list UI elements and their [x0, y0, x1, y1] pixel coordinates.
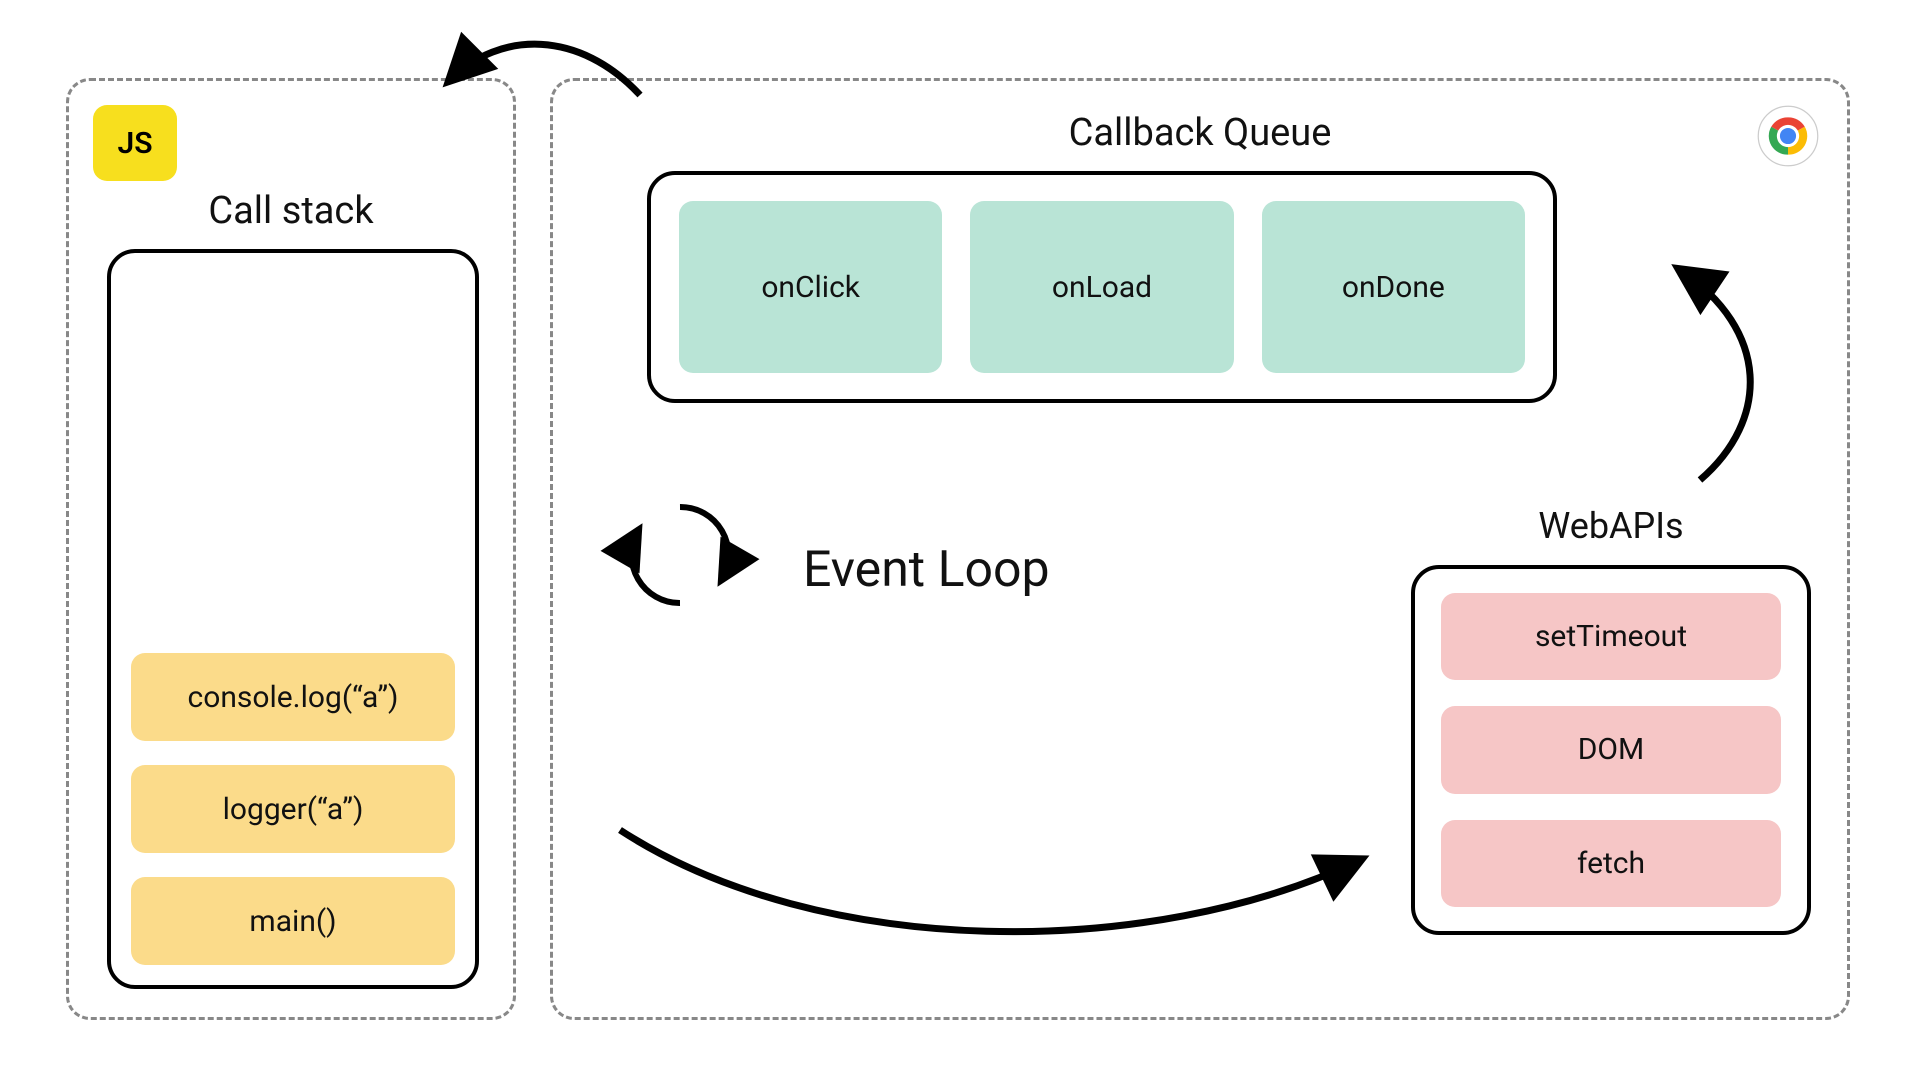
stack-frame-label: logger(“a”) [223, 792, 364, 827]
js-badge: JS [93, 105, 177, 181]
diagram-canvas: JS Call stack console.log(“a”) logger(“a… [0, 0, 1920, 1080]
queue-item: onClick [679, 201, 942, 373]
stack-frame-label: main() [249, 904, 336, 939]
webapi-item-label: setTimeout [1535, 619, 1687, 654]
webapi-item: setTimeout [1441, 593, 1781, 680]
webapis-box: setTimeout DOM fetch [1411, 565, 1811, 935]
stack-frame-label: console.log(“a”) [188, 680, 399, 715]
queue-item: onLoad [970, 201, 1233, 373]
queue-item-label: onLoad [1052, 270, 1152, 305]
queue-item: onDone [1262, 201, 1525, 373]
stack-frame: console.log(“a”) [131, 653, 455, 741]
browser-panel: Callback Queue onClick onLoad onDone Eve… [550, 78, 1850, 1020]
queue-item-label: onClick [761, 270, 860, 305]
stack-frame: main() [131, 877, 455, 965]
callback-queue-box: onClick onLoad onDone [647, 171, 1557, 403]
callback-queue-title: Callback Queue [553, 111, 1847, 155]
webapi-item: fetch [1441, 820, 1781, 907]
event-loop-label: Event Loop [803, 541, 1050, 599]
queue-item-label: onDone [1342, 270, 1445, 305]
webapi-item-label: DOM [1578, 732, 1645, 767]
call-stack-title: Call stack [69, 189, 513, 233]
js-badge-label: JS [117, 126, 152, 161]
webapis-title: WebAPIs [1411, 505, 1811, 547]
webapi-item: DOM [1441, 706, 1781, 793]
stack-frame: logger(“a”) [131, 765, 455, 853]
webapi-item-label: fetch [1577, 846, 1645, 881]
js-panel: JS Call stack console.log(“a”) logger(“a… [66, 78, 516, 1020]
call-stack-box: console.log(“a”) logger(“a”) main() [107, 249, 479, 989]
